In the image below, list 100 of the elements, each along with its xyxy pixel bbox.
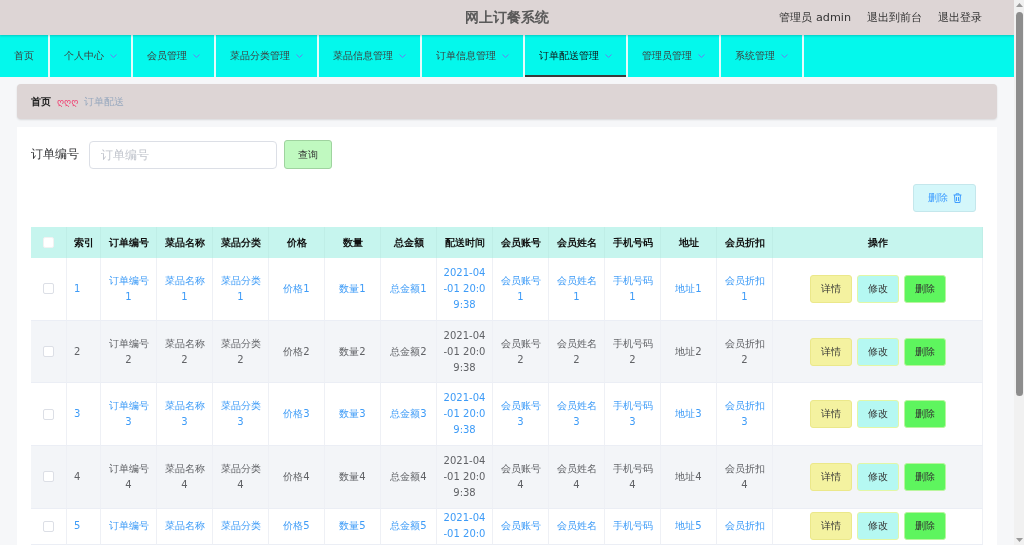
column-header: 会员折扣 [717,227,773,258]
table-cell: 订单编号 [101,508,157,545]
details-button[interactable]: 详情 [809,462,852,491]
details-button[interactable]: 详情 [809,400,852,429]
table-cell: 5 [67,508,101,545]
edit-button[interactable]: 修改 [856,512,899,541]
site-title: 网上订餐系统 [465,8,549,27]
edit-button[interactable]: 修改 [856,400,899,429]
nav-menu-item[interactable]: 首页 [0,35,50,77]
delete-row-button[interactable]: 删除 [903,337,946,366]
column-header: 手机号码 [605,227,661,258]
column-header: 价格 [269,227,325,258]
table-cell: 价格5 [269,508,325,545]
table-cell: 会员折扣3 [717,383,773,447]
checkbox[interactable] [43,408,54,420]
table-cell: 4 [67,446,101,509]
table-cell: 菜品名称 [157,508,213,545]
table-cell: 地址4 [661,446,717,509]
nav-menu-item[interactable]: 菜品分类管理 [216,35,319,77]
header-link[interactable]: 退出登录 [938,10,982,25]
table-cell: 2021-04-01 20:09:38 [437,383,493,447]
table-cell: 手机号码1 [605,258,661,321]
nav-menu-item[interactable]: 系统管理 [721,35,804,77]
checkbox[interactable] [43,283,54,295]
table-cell: 2021-04-01 20:0 [437,508,493,545]
table-cell: 会员折扣2 [717,320,773,384]
table-cell: 地址1 [661,258,717,321]
search-label: 订单编号 [31,146,79,163]
delete-row-button[interactable]: 删除 [903,512,946,541]
checkbox[interactable] [43,237,54,248]
nav-menu-item[interactable]: 管理员管理 [628,35,721,77]
column-header: 配送时间 [437,227,493,258]
nav-menu-item[interactable]: 菜品信息管理 [319,35,422,77]
user-label: 管理员 admin [779,10,851,25]
edit-button[interactable]: 修改 [856,337,899,366]
details-button[interactable]: 详情 [809,512,852,541]
table-cell: 菜品分类1 [213,258,269,321]
column-header: 数量 [325,227,381,258]
checkbox[interactable] [43,346,54,358]
column-header: 菜品名称 [157,227,213,258]
table-cell: 总金额3 [381,383,437,447]
table-cell: 菜品分类 [213,508,269,545]
table-cell: 会员姓名3 [549,383,605,447]
delete-row-button[interactable]: 删除 [903,274,946,303]
nav-menu-item[interactable]: 会员管理 [133,35,216,77]
table-cell: 菜品分类3 [213,383,269,447]
table-cell: 数量4 [325,446,381,509]
table-cell: 会员账号1 [493,258,549,321]
column-header: 地址 [661,227,717,258]
nav-menu-item[interactable]: 个人中心 [50,35,133,77]
scrollbar-thumb[interactable] [1015,12,1023,396]
table-cell: 总金额2 [381,320,437,384]
table-cell: 菜品名称2 [157,320,213,384]
table-cell: 会员姓名4 [549,446,605,509]
table-cell: 数量2 [325,320,381,384]
table-cell: 地址3 [661,383,717,447]
table-cell: 总金额4 [381,446,437,509]
delete-row-button[interactable]: 删除 [903,462,946,491]
checkbox[interactable] [43,471,54,483]
table-cell: 1 [67,258,101,321]
table-cell: 价格3 [269,383,325,447]
table-cell: 菜品分类4 [213,446,269,509]
edit-button[interactable]: 修改 [856,462,899,491]
table-cell: 会员账号4 [493,446,549,509]
table-cell: 数量3 [325,383,381,447]
table-cell: 订单编号3 [101,383,157,447]
table-cell: 手机号码2 [605,320,661,384]
header-link[interactable]: 退出到前台 [867,10,922,25]
table-cell: 手机号码4 [605,446,661,509]
details-button[interactable]: 详情 [809,274,852,303]
column-header: 索引 [67,227,101,258]
table-cell: 数量5 [325,508,381,545]
edit-button[interactable]: 修改 [856,274,899,303]
column-header: 订单编号 [101,227,157,258]
scrollbar[interactable] [1014,0,1024,545]
table-cell: 会员账号2 [493,320,549,384]
table-cell: 地址5 [661,508,717,545]
table-cell: 价格4 [269,446,325,509]
nav-menu-item[interactable]: 订单配送管理 [525,35,628,77]
table-cell: 菜品名称1 [157,258,213,321]
up-triangle-icon [1015,3,1023,7]
table-cell: 价格2 [269,320,325,384]
table-cell: 会员折扣4 [717,446,773,509]
search-button[interactable]: 查询 [284,140,332,169]
details-button[interactable]: 详情 [809,337,852,366]
column-header: 会员账号 [493,227,549,258]
breadcrumb-link[interactable]: 首页 [31,94,51,109]
column-header: 菜品分类 [213,227,269,258]
table-cell: 2021-04-01 20:09:38 [437,446,493,509]
nav-menu-item[interactable]: 订单信息管理 [422,35,525,77]
checkbox[interactable] [43,520,54,532]
table-cell: 价格1 [269,258,325,321]
table-cell: 会员账号3 [493,383,549,447]
column-header: 会员姓名 [549,227,605,258]
table-cell: 订单编号4 [101,446,157,509]
delete-row-button[interactable]: 删除 [903,400,946,429]
table-cell: 2021-04-01 20:09:38 [437,320,493,384]
trash-icon [952,193,962,203]
down-triangle-icon [1015,538,1023,542]
table-cell: 数量1 [325,258,381,321]
